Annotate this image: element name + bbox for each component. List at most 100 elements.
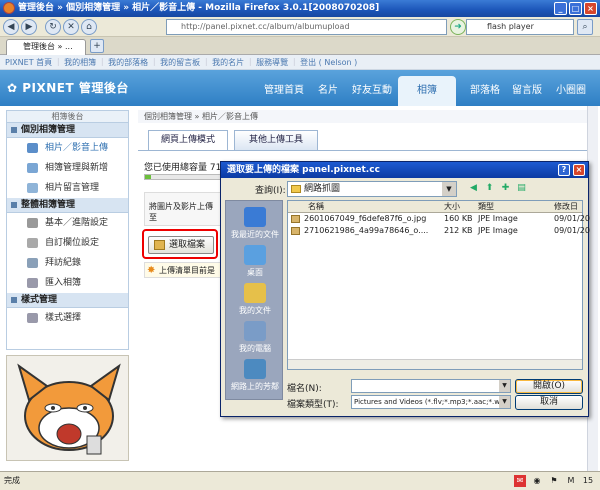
open-button[interactable]: 開啟(O)	[515, 379, 583, 394]
file-row[interactable]: 2710621986_4a99a78646_o.... 212 KB JPE Ima…	[288, 225, 590, 237]
look-in-select[interactable]: 網路抓圖 ▼	[287, 181, 457, 197]
reload-button[interactable]: ↻	[45, 19, 61, 35]
file-row[interactable]: 2601067049_f6defe87f6_o.jpg 160 KB JPE Ima…	[288, 213, 590, 225]
url-text: http://panel.pixnet.cc/album/albumupload	[181, 22, 350, 31]
stop-button[interactable]: ✕	[63, 19, 79, 35]
status-icon[interactable]: ◉	[531, 475, 543, 487]
sidebar-item[interactable]: 樣式選擇	[7, 308, 128, 328]
file-size: 212 KB	[444, 226, 473, 235]
chevron-down-icon: ▼	[499, 380, 510, 392]
file-list-hscroll[interactable]	[288, 359, 582, 369]
status-number: 15	[582, 476, 594, 485]
col-type[interactable]: 類型	[478, 201, 494, 213]
go-button[interactable]: ➜	[450, 19, 466, 35]
search-icon[interactable]: ⌕	[577, 19, 593, 35]
header-nav-item[interactable]: 好友互動	[352, 81, 392, 96]
help-button[interactable]: ?	[558, 164, 570, 176]
sidebar-item-icon	[27, 238, 38, 248]
sidebar-item-label: 樣式選擇	[45, 313, 82, 323]
sidebar-item-icon	[27, 163, 38, 173]
search-box[interactable]: flash player	[466, 19, 574, 35]
place-icon	[244, 283, 266, 303]
sidebar-item[interactable]: 相簿管理與新增	[7, 158, 128, 178]
header-nav-item[interactable]: 名片	[318, 81, 338, 96]
top-link[interactable]: 我的相簿	[64, 58, 96, 67]
image-file-icon	[291, 227, 300, 235]
place-item[interactable]: 我最近的文件	[226, 207, 284, 240]
sidebar-item-icon	[27, 313, 38, 323]
link-separator: ｜	[202, 58, 211, 67]
new-tab-button[interactable]: +	[90, 39, 104, 53]
place-icon	[244, 207, 266, 227]
place-item[interactable]: 桌面	[226, 245, 284, 278]
place-label: 網路上的芳鄰	[231, 382, 279, 391]
browser-tab[interactable]: 管理後台 » ...	[6, 39, 86, 55]
filename-input[interactable]: ▼	[351, 379, 511, 393]
file-type: JPE Image	[478, 226, 518, 235]
url-bar[interactable]: http://panel.pixnet.cc/album/albumupload	[166, 19, 447, 35]
link-separator: ｜	[98, 58, 107, 67]
tab-divider	[138, 150, 596, 151]
file-date: 09/01/20	[554, 214, 590, 223]
usage-text: 您已使用總容量 71	[144, 163, 222, 173]
addon-icon[interactable]: ✉	[514, 475, 526, 487]
sidebar-item-icon	[27, 183, 38, 193]
col-date[interactable]: 修改日	[554, 201, 578, 213]
sidebar-item-label: 基本／進階設定	[45, 218, 109, 228]
sidebar-heading: 相簿後台	[7, 111, 128, 123]
up-folder-icon[interactable]: ⬆	[483, 182, 496, 195]
header-nav-item[interactable]: 相簿	[398, 76, 456, 106]
minimize-button[interactable]: _	[554, 2, 567, 15]
dialog-close-button[interactable]: ×	[573, 164, 585, 176]
fox-mascot-icon	[17, 363, 121, 455]
top-link[interactable]: 我的名片	[212, 58, 244, 67]
mail-icon[interactable]: M	[565, 475, 577, 487]
place-item[interactable]: 我的電腦	[226, 321, 284, 354]
tab-other-tools[interactable]: 其他上傳工具	[234, 130, 318, 150]
close-button[interactable]: ×	[584, 2, 597, 15]
tab-label: 管理後台 » ...	[23, 42, 73, 51]
header-nav-item[interactable]: 小圈圈	[556, 81, 586, 96]
upload-description: 將圖片及影片上傳至	[144, 192, 224, 226]
filetype-select[interactable]: Pictures and Videos (*.flv;*.mp3;*.aac;*…	[351, 395, 511, 409]
forward-button[interactable]: ▶	[21, 19, 37, 35]
place-label: 桌面	[247, 268, 263, 277]
link-separator: ｜	[246, 58, 255, 67]
top-link[interactable]: 我的留言板	[160, 58, 200, 67]
pixnet-logo[interactable]: ✿ PIXNET 管理後台	[7, 79, 129, 96]
sidebar-item[interactable]: 拜訪紀錄	[7, 253, 128, 273]
sidebar: 相簿後台 個別相簿管理 相片／影音上傳 相簿管理與新增 相片留言管理 整體相簿管理 基本／…	[6, 110, 129, 350]
cancel-button[interactable]: 取消	[515, 395, 583, 410]
place-item[interactable]: 我的文件	[226, 283, 284, 316]
new-folder-icon[interactable]: ✚	[499, 182, 512, 195]
sidebar-item[interactable]: 相片留言管理	[7, 178, 128, 198]
maximize-button[interactable]: □	[569, 2, 582, 15]
header-nav-item[interactable]: 留言版	[512, 81, 542, 96]
top-link[interactable]: 我的部落格	[108, 58, 148, 67]
top-link[interactable]: 登出 ( Nelson )	[300, 58, 357, 67]
sidebar-item[interactable]: 相片／影音上傳	[7, 138, 128, 158]
place-icon	[244, 359, 266, 379]
header-nav-item[interactable]: 部落格	[470, 81, 500, 96]
link-separator: ｜	[290, 58, 299, 67]
place-item[interactable]: 網路上的芳鄰	[226, 359, 284, 392]
select-files-button[interactable]: 選取檔案	[148, 236, 214, 254]
col-name[interactable]: 名稱	[308, 201, 324, 213]
back-button[interactable]: ◀	[3, 19, 19, 35]
look-in-label: 查詢(I):	[255, 186, 286, 196]
sidebar-item[interactable]: 基本／進階設定	[7, 213, 128, 233]
sidebar-item-icon	[27, 143, 38, 153]
col-size[interactable]: 大小	[444, 201, 460, 213]
top-link[interactable]: 服務導覽	[256, 58, 288, 67]
view-menu-icon[interactable]: ▤	[515, 182, 528, 195]
mascot-image	[6, 355, 129, 461]
home-button[interactable]: ⌂	[81, 19, 97, 35]
tab-web-upload[interactable]: 網頁上傳模式	[148, 130, 228, 150]
sidebar-item[interactable]: 自訂欄位設定	[7, 233, 128, 253]
top-link[interactable]: PIXNET 首頁	[5, 58, 52, 67]
back-icon[interactable]: ◀	[467, 182, 480, 195]
sidebar-item[interactable]: 匯入相簿	[7, 273, 128, 293]
header-nav-item[interactable]: 管理首頁	[264, 81, 304, 96]
feed-icon[interactable]: ⚑	[548, 475, 560, 487]
dialog-title: 選取要上傳的檔案 panel.pixnet.cc	[227, 165, 380, 175]
